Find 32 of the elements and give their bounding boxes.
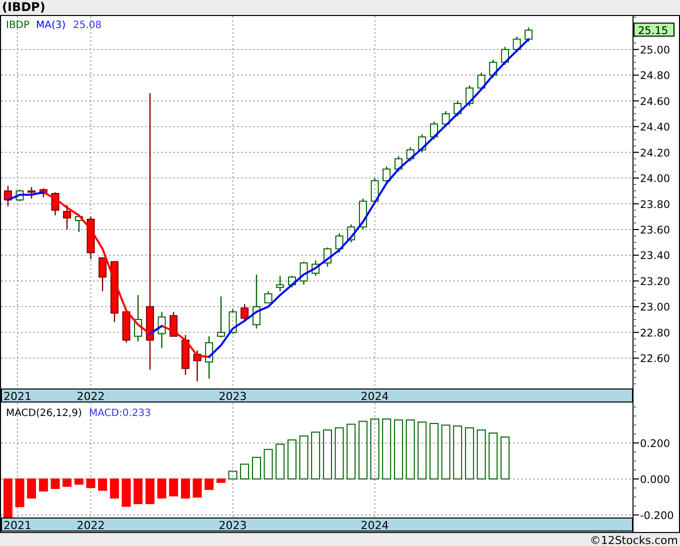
year-label: 2024 — [360, 519, 389, 532]
year-label: 2022 — [76, 390, 105, 403]
tick-label: 23.20 — [640, 276, 670, 288]
macd-legend-value: MACD:0.233 — [89, 408, 151, 419]
year-label: 2024 — [360, 390, 389, 403]
tick-label: 24.20 — [640, 147, 670, 160]
tick-label: 25.00 — [640, 44, 670, 56]
last-price-label: 25.15 — [634, 22, 674, 38]
tick-label: -0.200 — [640, 510, 674, 522]
tick-label: 24.80 — [640, 70, 670, 82]
legend-value: 25.08 — [73, 20, 102, 31]
tick-label: 23.40 — [640, 250, 670, 262]
macd-legend-label: MACD(26,12,9) — [6, 408, 82, 419]
tick-label: 23.80 — [640, 198, 670, 211]
year-label: 2021 — [3, 519, 32, 532]
tick-label: 24.40 — [640, 122, 670, 134]
tick-label: 0.200 — [640, 438, 670, 450]
year-label: 2021 — [3, 390, 32, 403]
year-label: 2022 — [76, 519, 105, 532]
tick-label: 22.80 — [640, 327, 670, 340]
chart-title: (IBDP) — [1, 0, 46, 15]
legend-indicator: MA(3) — [36, 20, 66, 31]
copyright-text: ©12Stocks.com — [590, 533, 678, 546]
legend-symbol: IBDP — [6, 20, 30, 31]
tick-label: 23.00 — [640, 302, 670, 314]
tick-label: 22.60 — [640, 353, 670, 366]
tick-label: 23.60 — [640, 224, 670, 236]
tick-label: 24.60 — [640, 96, 670, 108]
year-label: 2023 — [218, 519, 247, 532]
year-label: 2023 — [218, 390, 247, 403]
tick-label: 0.000 — [640, 474, 670, 486]
tick-label: 24.00 — [640, 173, 670, 186]
